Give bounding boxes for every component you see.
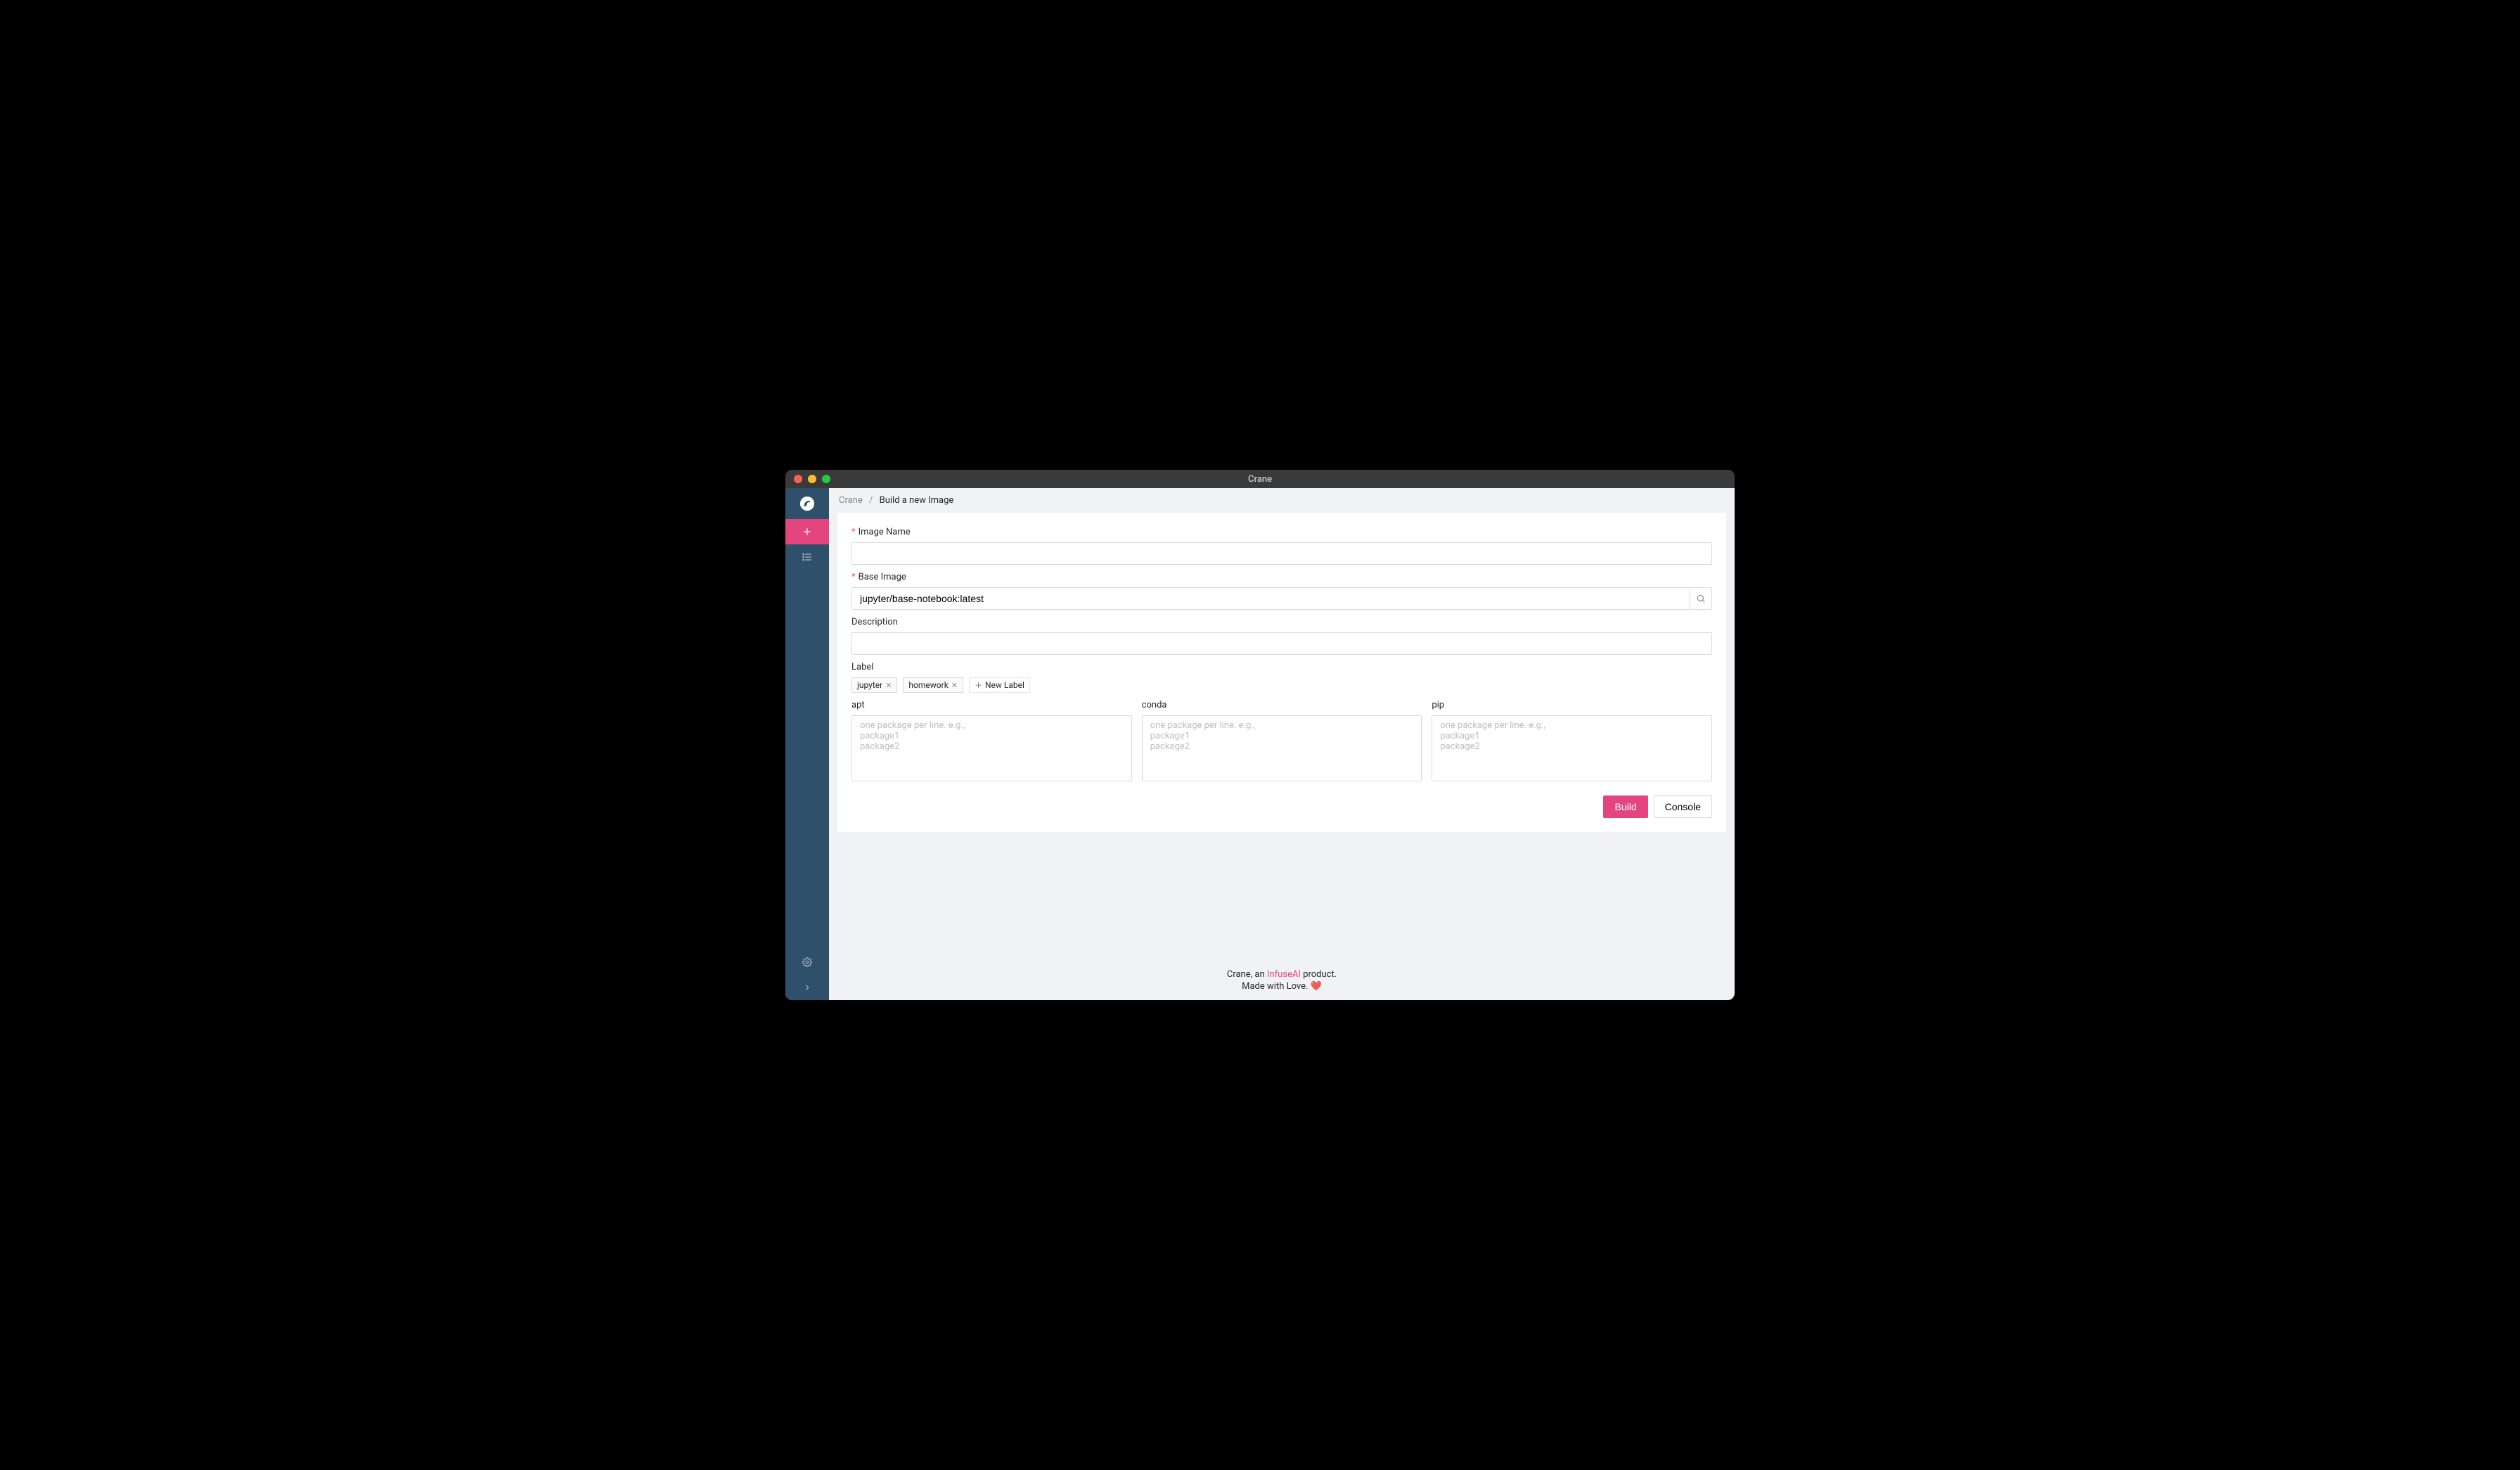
image-name-label: *Image Name	[851, 527, 1712, 537]
breadcrumb-separator: /	[869, 495, 873, 506]
base-image-input[interactable]	[851, 587, 1690, 610]
apt-textarea[interactable]	[851, 715, 1132, 781]
traffic-lights	[794, 475, 830, 483]
label-tags: jupyter ✕ homework ✕ ＋ New Label	[851, 677, 1712, 693]
window-minimize-button[interactable]	[808, 475, 816, 483]
sidebar	[785, 488, 829, 1000]
sidebar-item-settings[interactable]	[785, 950, 829, 975]
app-logo	[785, 488, 829, 519]
window-title: Crane	[1248, 474, 1272, 485]
sidebar-item-build[interactable]	[785, 519, 829, 544]
required-asterisk: *	[851, 527, 856, 537]
image-name-input[interactable]	[851, 542, 1712, 565]
field-conda: conda	[1142, 700, 1422, 781]
apt-label: apt	[851, 700, 1132, 710]
app-window: Crane	[785, 470, 1735, 1000]
label-tag-text: homework	[908, 680, 948, 690]
sidebar-item-expand[interactable]	[785, 975, 829, 1000]
breadcrumb-current: Build a new Image	[880, 495, 954, 506]
titlebar: Crane	[785, 470, 1735, 488]
field-base-image: *Base Image	[851, 572, 1712, 610]
remove-tag-button[interactable]: ✕	[951, 681, 958, 690]
window-close-button[interactable]	[794, 475, 802, 483]
conda-textarea[interactable]	[1142, 715, 1422, 781]
packages-row: apt conda pip	[851, 700, 1712, 781]
remove-tag-button[interactable]: ✕	[885, 681, 892, 690]
chevron-right-icon	[802, 983, 812, 992]
field-pip: pip	[1432, 700, 1712, 781]
label-tag: homework ✕	[903, 677, 963, 693]
footer-line1: Crane, an InfuseAI product.	[829, 969, 1735, 980]
window-zoom-button[interactable]	[822, 475, 830, 483]
infuseai-link[interactable]: InfuseAI	[1267, 969, 1301, 980]
gear-icon	[802, 957, 812, 967]
field-apt: apt	[851, 700, 1132, 781]
footer-line2: Made with Love. ❤️	[829, 981, 1735, 992]
required-asterisk: *	[851, 572, 856, 582]
form-card: *Image Name *Base Image	[837, 513, 1726, 832]
field-label: Label jupyter ✕ homework ✕ ＋ New Label	[851, 662, 1712, 693]
sidebar-item-list[interactable]	[785, 544, 829, 570]
console-button[interactable]: Console	[1654, 795, 1712, 818]
build-button[interactable]: Build	[1603, 795, 1647, 818]
plus-icon	[802, 526, 813, 537]
description-label: Description	[851, 617, 1712, 627]
base-image-search-button[interactable]	[1690, 587, 1712, 610]
crane-logo-icon	[799, 496, 815, 511]
form-actions: Build Console	[851, 795, 1712, 818]
heart-icon: ❤️	[1311, 981, 1322, 992]
pip-textarea[interactable]	[1432, 715, 1712, 781]
footer: Crane, an InfuseAI product. Made with Lo…	[829, 952, 1735, 1000]
label-tag-text: jupyter	[857, 680, 882, 690]
pip-label: pip	[1432, 700, 1712, 710]
label-label: Label	[851, 662, 1712, 672]
base-image-label: *Base Image	[851, 572, 1712, 582]
field-image-name: *Image Name	[851, 527, 1712, 565]
description-input[interactable]	[851, 632, 1712, 655]
breadcrumb: Crane / Build a new Image	[829, 488, 1735, 513]
conda-label: conda	[1142, 700, 1422, 710]
field-description: Description	[851, 617, 1712, 655]
main-content: Crane / Build a new Image *Image Name *B…	[829, 488, 1735, 1000]
list-icon	[802, 551, 813, 563]
plus-icon: ＋	[975, 679, 982, 691]
add-label-button[interactable]: ＋ New Label	[969, 677, 1030, 693]
search-icon	[1696, 594, 1706, 603]
breadcrumb-root[interactable]: Crane	[839, 495, 863, 506]
label-tag: jupyter ✕	[851, 677, 897, 693]
